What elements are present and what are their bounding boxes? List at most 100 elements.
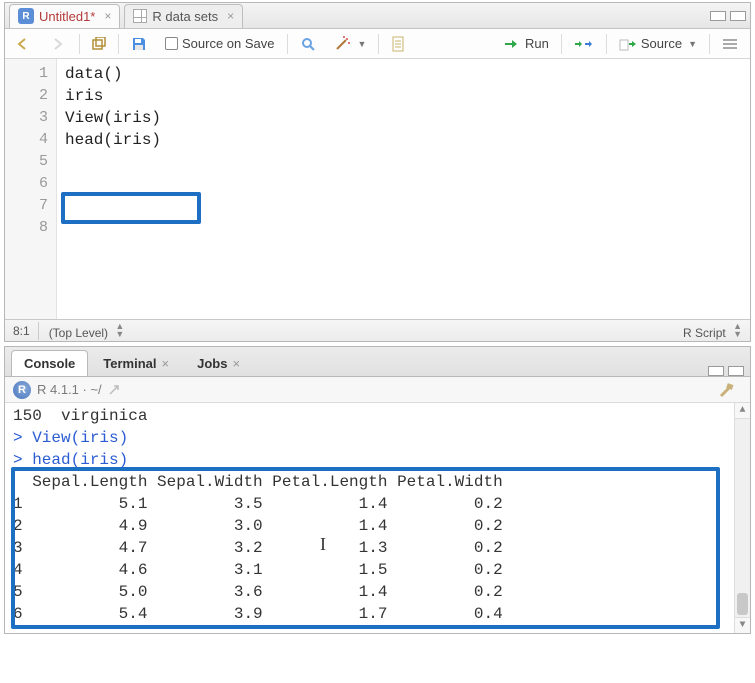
console-row: 6 5.4 3.9 1.7 0.4	[13, 603, 744, 625]
console-tab-bar: Console Terminal × Jobs ×	[5, 347, 750, 377]
sort-icon: ▲▼	[733, 322, 742, 338]
language-selector[interactable]: R Script ▲▼	[683, 322, 742, 340]
minimize-icon[interactable]	[710, 11, 726, 21]
tab-r-data-sets[interactable]: R data sets ×	[124, 4, 243, 28]
tab-label: Jobs	[197, 356, 227, 371]
code-line: iris	[65, 85, 742, 107]
outline-button[interactable]	[716, 33, 744, 55]
r-file-icon: R	[18, 8, 34, 24]
language-label: R Script	[683, 326, 726, 340]
pane-window-controls	[708, 366, 744, 376]
gutter: 1 2 3 4 5 6 7 8	[5, 59, 57, 319]
console-header: Sepal.Length Sepal.Width Petal.Length Pe…	[13, 471, 744, 493]
save-icon	[131, 36, 147, 52]
code-line: data()	[65, 63, 742, 85]
chevron-down-icon: ▼	[688, 39, 697, 49]
scroll-thumb[interactable]	[737, 593, 748, 615]
tab-label: Untitled1*	[39, 9, 95, 24]
close-icon[interactable]: ×	[227, 9, 234, 23]
console-line: > View(iris)	[13, 427, 744, 449]
cursor-position: 8:1	[13, 324, 30, 338]
brush-icon	[718, 382, 736, 398]
line-number: 5	[5, 151, 48, 173]
console-output[interactable]: 150 virginica > View(iris) > head(iris) …	[5, 403, 750, 633]
editor-pane: R Untitled1* × R data sets ×	[4, 2, 751, 342]
editor-toolbar: Source on Save ▼ Run	[5, 29, 750, 59]
console-row: 1 5.1 3.5 1.4 0.2	[13, 493, 744, 515]
table-icon	[133, 9, 147, 23]
popout-icon	[92, 37, 106, 51]
run-button[interactable]: Run	[497, 33, 555, 55]
line-number: 4	[5, 129, 48, 151]
console-line: 150 virginica	[13, 405, 744, 427]
line-number: 8	[5, 217, 48, 239]
code-line: head(iris)	[65, 129, 742, 151]
maximize-icon[interactable]	[728, 366, 744, 376]
console-info-bar: R R 4.1.1 · ~/	[5, 377, 750, 403]
session-label: R 4.1.1 · ~/	[37, 382, 102, 397]
console-command: > head(iris)	[13, 449, 744, 471]
editor-tab-bar: R Untitled1* × R data sets ×	[5, 3, 750, 29]
tab-label: R data sets	[152, 9, 218, 24]
scope-label: (Top Level)	[49, 326, 108, 340]
show-in-new-button[interactable]	[86, 33, 112, 55]
minimize-icon[interactable]	[708, 366, 724, 376]
tab-label: Console	[24, 356, 75, 371]
checkbox-icon	[165, 37, 178, 50]
find-button[interactable]	[294, 33, 322, 55]
console-row: 2 4.9 3.0 1.4 0.2	[13, 515, 744, 537]
tab-terminal[interactable]: Terminal ×	[90, 350, 182, 376]
r-logo-icon: R	[13, 381, 31, 399]
back-button[interactable]	[11, 33, 39, 55]
line-number: 2	[5, 85, 48, 107]
close-icon[interactable]: ×	[232, 356, 240, 371]
run-label: Run	[525, 36, 549, 51]
run-icon	[503, 38, 521, 50]
wand-button[interactable]: ▼	[328, 33, 373, 55]
search-icon	[300, 36, 316, 52]
close-icon[interactable]: ×	[162, 356, 170, 371]
scroll-down-icon[interactable]: ▼	[735, 617, 750, 633]
console-row: 5 5.0 3.6 1.4 0.2	[13, 581, 744, 603]
pane-window-controls	[710, 11, 746, 21]
rerun-button[interactable]	[568, 33, 600, 55]
maximize-icon[interactable]	[730, 11, 746, 21]
notebook-icon	[391, 36, 405, 52]
source-on-save-toggle[interactable]: Source on Save	[159, 33, 281, 55]
chevron-down-icon: ▼	[358, 39, 367, 49]
clear-console-button[interactable]	[712, 379, 742, 401]
editor-status-bar: 8:1 (Top Level) ▲▼ R Script ▲▼	[5, 319, 750, 341]
wand-icon	[334, 36, 352, 52]
close-icon[interactable]: ×	[104, 9, 111, 23]
scroll-up-icon[interactable]: ▲	[735, 403, 750, 419]
tab-jobs[interactable]: Jobs ×	[184, 350, 253, 376]
line-number: 7	[5, 195, 48, 217]
source-icon	[619, 37, 637, 51]
console-pane: Console Terminal × Jobs × R R 4.1.1 · ~/…	[4, 346, 751, 634]
outline-icon	[722, 37, 738, 51]
code-line: View(iris)	[65, 107, 742, 129]
tab-console[interactable]: Console	[11, 350, 88, 376]
save-button[interactable]	[125, 33, 153, 55]
line-number: 3	[5, 107, 48, 129]
source-on-save-label: Source on Save	[182, 36, 275, 51]
line-number: 1	[5, 63, 48, 85]
source-label: Source	[641, 36, 682, 51]
line-number: 6	[5, 173, 48, 195]
report-button[interactable]	[385, 33, 411, 55]
console-row: 4 4.6 3.1 1.5 0.2	[13, 559, 744, 581]
scrollbar[interactable]: ▲ ▼	[734, 403, 750, 633]
code-editor[interactable]: 1 2 3 4 5 6 7 8 data() iris View(iris) h…	[5, 59, 750, 319]
forward-button[interactable]	[45, 33, 73, 55]
arrow-left-icon	[17, 37, 33, 51]
tab-untitled1[interactable]: R Untitled1* ×	[9, 4, 120, 28]
console-row: 3 4.7 3.2 1.3 0.2	[13, 537, 744, 559]
code-area[interactable]: data() iris View(iris) head(iris)	[57, 59, 750, 319]
source-button[interactable]: Source ▼	[613, 33, 703, 55]
scope-selector[interactable]: (Top Level) ▲▼	[38, 322, 125, 340]
sort-icon: ▲▼	[115, 322, 124, 338]
rerun-icon	[574, 37, 594, 51]
popout-icon[interactable]	[108, 384, 120, 396]
arrow-right-icon	[51, 37, 67, 51]
tab-label: Terminal	[103, 356, 156, 371]
